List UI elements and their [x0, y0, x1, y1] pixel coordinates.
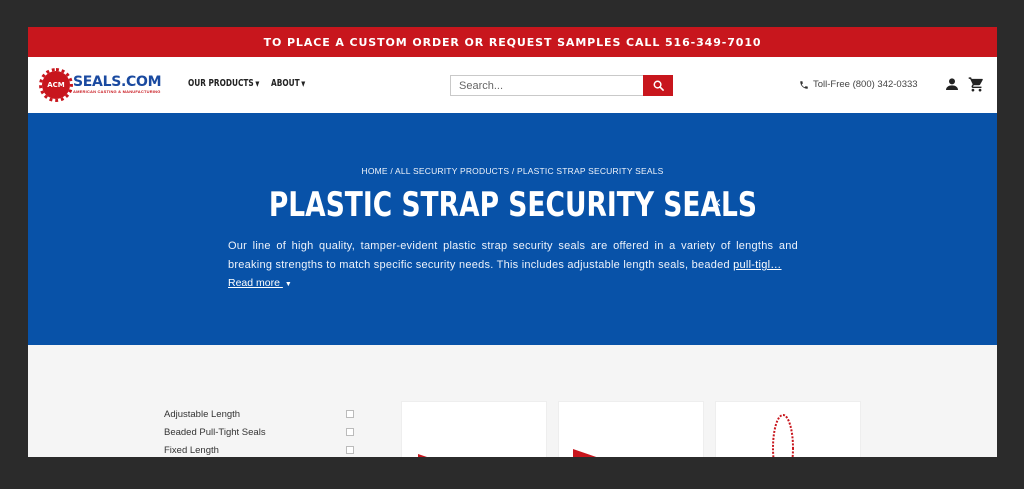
close-icon[interactable]: ×: [712, 195, 721, 213]
category-description: Our line of high quality, tamper-evident…: [228, 237, 798, 275]
filter-item[interactable]: Beaded Pull-Tight Seals: [164, 423, 354, 441]
product-image: [418, 454, 427, 457]
filter-label: Beaded Pull-Tight Seals: [164, 426, 266, 438]
site-logo[interactable]: ACM SEALS.COM AMERICAN CASTING & MANUFAC…: [39, 68, 162, 102]
product-card[interactable]: [558, 401, 704, 457]
chevron-down-icon: ▼: [284, 281, 292, 288]
filter-label: Adjustable Length: [164, 408, 241, 420]
read-more-label: Read more: [228, 277, 280, 289]
nav-about-label: ABOUT: [271, 78, 300, 89]
product-card[interactable]: [715, 401, 861, 457]
promo-banner: TO PLACE A CUSTOM ORDER OR REQUEST SAMPL…: [28, 27, 997, 57]
tollfree-text: Toll-Free (800) 342-0333: [813, 79, 918, 90]
breadcrumb-current: PLASTIC STRAP SECURITY SEALS: [516, 166, 664, 176]
filter-checkbox[interactable]: [346, 428, 354, 436]
search-input[interactable]: [450, 75, 643, 96]
phone-icon: [800, 80, 808, 89]
nav-about[interactable]: ABOUT ▼: [271, 78, 305, 89]
page-title-wrap: PLASTIC STRAP SECURITY SEALS ×: [28, 185, 997, 225]
cart-button[interactable]: [968, 76, 985, 98]
promo-text: TO PLACE A CUSTOM ORDER OR REQUEST SAMPL…: [263, 35, 762, 49]
page-title: PLASTIC STRAP SECURITY SEALS: [268, 185, 757, 225]
description-text: Our line of high quality, tamper-evident…: [228, 240, 798, 271]
account-button[interactable]: [944, 76, 960, 97]
filter-label: Fixed Length: [164, 444, 219, 456]
read-more-link[interactable]: Read more ▼: [228, 277, 292, 289]
breadcrumb-separator: /: [387, 166, 396, 176]
product-image: [772, 414, 794, 457]
breadcrumb: HOME / ALL SECURITY PRODUCTS / PLASTIC S…: [28, 166, 997, 176]
logo-tagline: AMERICAN CASTING & MANUFACTURING: [73, 89, 161, 94]
breadcrumb-separator: /: [509, 166, 517, 176]
search-button[interactable]: [643, 75, 673, 96]
filter-checkbox[interactable]: [346, 410, 354, 418]
logo-name: SEALS.COM: [73, 74, 162, 90]
logo-gear-icon: ACM: [39, 68, 73, 102]
site-header: ACM SEALS.COM AMERICAN CASTING & MANUFAC…: [28, 57, 997, 113]
filter-checkbox[interactable]: [346, 446, 354, 454]
search-icon: [653, 80, 664, 91]
tollfree-phone[interactable]: Toll-Free (800) 342-0333: [799, 79, 918, 90]
filter-item[interactable]: Adjustable Length: [164, 405, 354, 423]
filter-list: Adjustable Length Beaded Pull-Tight Seal…: [164, 405, 354, 457]
nav-our-products[interactable]: OUR PRODUCTS ▼: [188, 78, 259, 89]
category-hero: HOME / ALL SECURITY PRODUCTS / PLASTIC S…: [28, 113, 997, 345]
chevron-down-icon: ▼: [255, 79, 260, 88]
logo-badge: ACM: [47, 81, 65, 89]
cart-icon: [968, 77, 983, 92]
product-listing: Adjustable Length Beaded Pull-Tight Seal…: [28, 345, 997, 457]
breadcrumb-home[interactable]: HOME: [361, 166, 387, 176]
logo-text: SEALS.COM AMERICAN CASTING & MANUFACTURI…: [73, 74, 162, 95]
product-card[interactable]: [401, 401, 547, 457]
description-link[interactable]: pull-tigl…: [733, 259, 781, 271]
filter-item[interactable]: Fixed Length: [164, 441, 354, 457]
search-bar: [450, 75, 673, 96]
account-icon: [946, 78, 958, 90]
nav-our-products-label: OUR PRODUCTS: [188, 78, 254, 89]
browser-viewport: TO PLACE A CUSTOM ORDER OR REQUEST SAMPL…: [28, 27, 997, 457]
product-image: [573, 449, 597, 457]
chevron-down-icon: ▼: [301, 79, 306, 88]
breadcrumb-parent[interactable]: ALL SECURITY PRODUCTS: [395, 166, 509, 176]
